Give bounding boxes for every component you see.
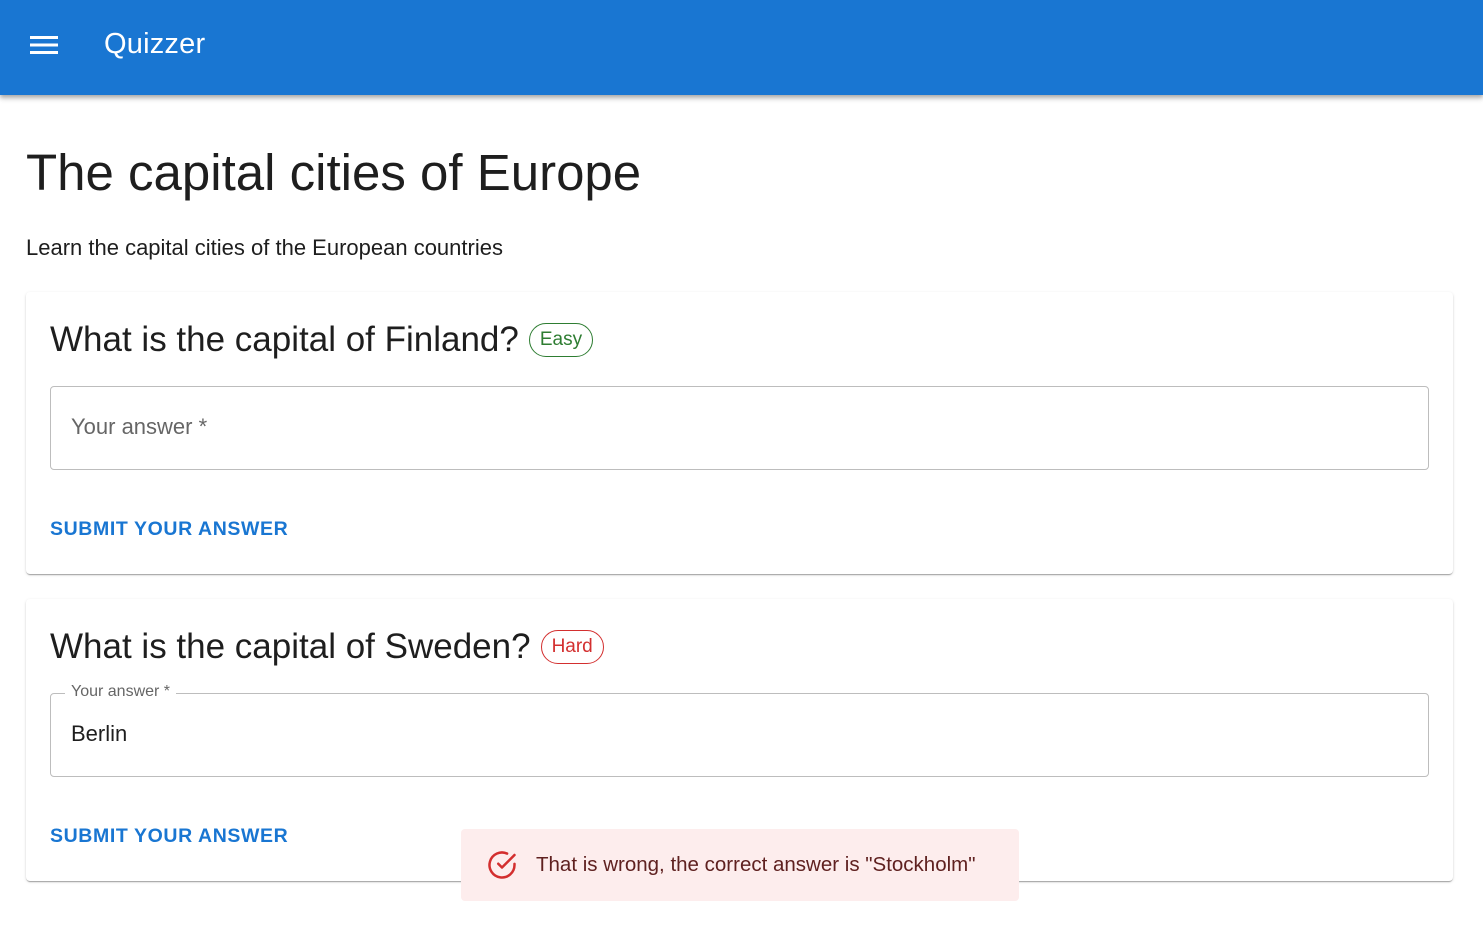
result-toast: That is wrong, the correct answer is "St… <box>461 829 1019 901</box>
answer-field[interactable]: Your answer * <box>50 386 1429 470</box>
question-heading: What is the capital of Sweden? Hard <box>50 627 604 667</box>
toast-message: That is wrong, the correct answer is "St… <box>536 853 976 876</box>
question-text: What is the capital of Finland? <box>50 320 519 359</box>
answer-field-label: Your answer * <box>65 683 177 701</box>
check-circle-icon <box>487 850 517 880</box>
app-bar: Quizzer <box>0 0 1483 95</box>
answer-field-value: Berlin <box>71 721 128 746</box>
submit-answer-button[interactable]: SUBMIT YOUR ANSWER <box>50 825 288 848</box>
answer-field-label: Your answer * <box>71 414 208 439</box>
question-heading: What is the capital of Finland? Easy <box>50 320 594 360</box>
submit-answer-button[interactable]: SUBMIT YOUR ANSWER <box>50 518 288 541</box>
menu-icon <box>30 35 58 60</box>
page-subtitle: Learn the capital cities of the European… <box>26 235 503 260</box>
page-title: The capital cities of Europe <box>26 144 642 201</box>
menu-button[interactable] <box>22 25 66 69</box>
app-title: Quizzer <box>104 28 206 60</box>
question-card: What is the capital of Finland? Easy You… <box>26 292 1453 574</box>
question-text: What is the capital of Sweden? <box>50 627 531 666</box>
difficulty-chip: Easy <box>528 323 594 357</box>
difficulty-chip: Hard <box>540 630 604 664</box>
answer-field[interactable]: Your answer * Berlin <box>50 683 1429 777</box>
